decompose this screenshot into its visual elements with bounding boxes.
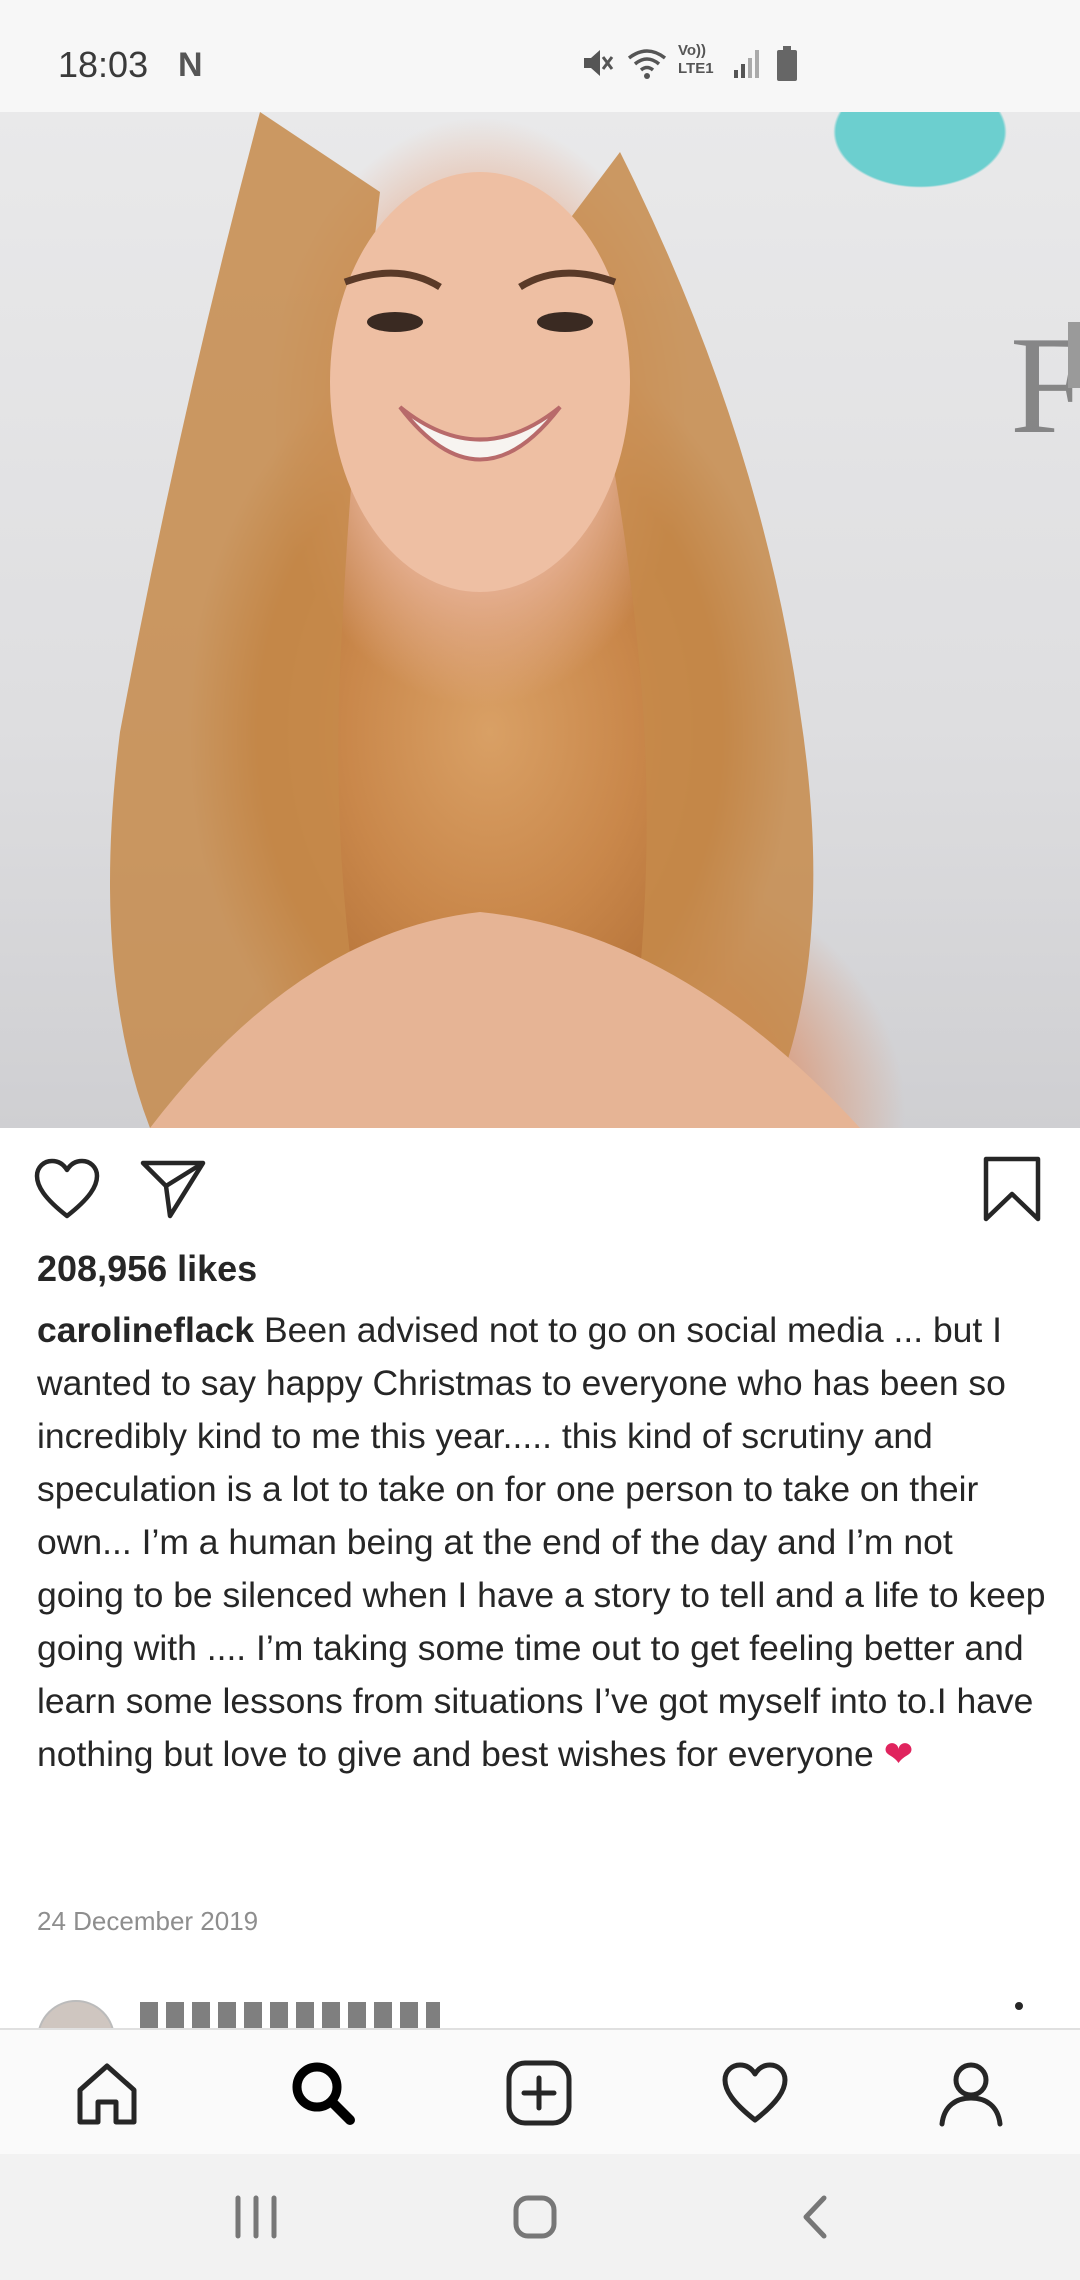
caption-text: Been advised not to go on social media .… xyxy=(37,1310,1046,1774)
status-bar: 18:03 N Vo)) LTE1 xyxy=(0,0,1080,112)
post-image-illustration: F xyxy=(110,112,1080,1128)
next-post-header xyxy=(0,1996,1080,2028)
bookmark-icon[interactable] xyxy=(982,1156,1042,1227)
volte-label-top: Vo)) xyxy=(678,42,707,59)
mute-icon xyxy=(580,46,614,85)
status-icons: Vo)) LTE1 xyxy=(580,42,880,87)
wifi-icon xyxy=(626,46,668,85)
status-time: 18:03 xyxy=(58,44,149,85)
caption-username[interactable]: carolineflack xyxy=(37,1310,254,1350)
home-icon[interactable] xyxy=(72,2058,142,2128)
likes-count[interactable]: 208,956 likes xyxy=(37,1248,257,1290)
more-options-icon[interactable] xyxy=(1015,2002,1023,2010)
heart-icon[interactable] xyxy=(34,1158,100,1225)
next-post-username[interactable] xyxy=(140,2002,440,2028)
post-image[interactable]: F xyxy=(0,112,1080,1128)
activity-icon[interactable] xyxy=(720,2058,790,2128)
home-button[interactable] xyxy=(512,2194,558,2245)
search-icon[interactable] xyxy=(288,2058,358,2128)
post-date: 24 December 2019 xyxy=(37,1906,259,1936)
share-icon[interactable] xyxy=(140,1158,206,1225)
system-nav-bar xyxy=(0,2154,1080,2280)
battery-icon xyxy=(776,46,798,87)
notification-n-icon: N xyxy=(178,46,203,84)
add-icon[interactable] xyxy=(504,2058,574,2128)
volte-icon: Vo)) LTE1 xyxy=(678,42,724,78)
scroll-indicator[interactable] xyxy=(1068,322,1080,388)
post-actions xyxy=(0,1128,1080,1248)
post-caption: carolineflack Been advised not to go on … xyxy=(37,1304,1047,1781)
avatar[interactable] xyxy=(37,2000,115,2028)
volte-label-bottom: LTE1 xyxy=(678,60,714,77)
bottom-nav xyxy=(0,2028,1080,2154)
signal-icon xyxy=(732,46,762,85)
recents-button[interactable] xyxy=(232,2194,280,2245)
back-button[interactable] xyxy=(800,2194,830,2245)
profile-icon[interactable] xyxy=(936,2058,1006,2128)
red-heart-emoji: ❤ xyxy=(883,1734,914,1774)
